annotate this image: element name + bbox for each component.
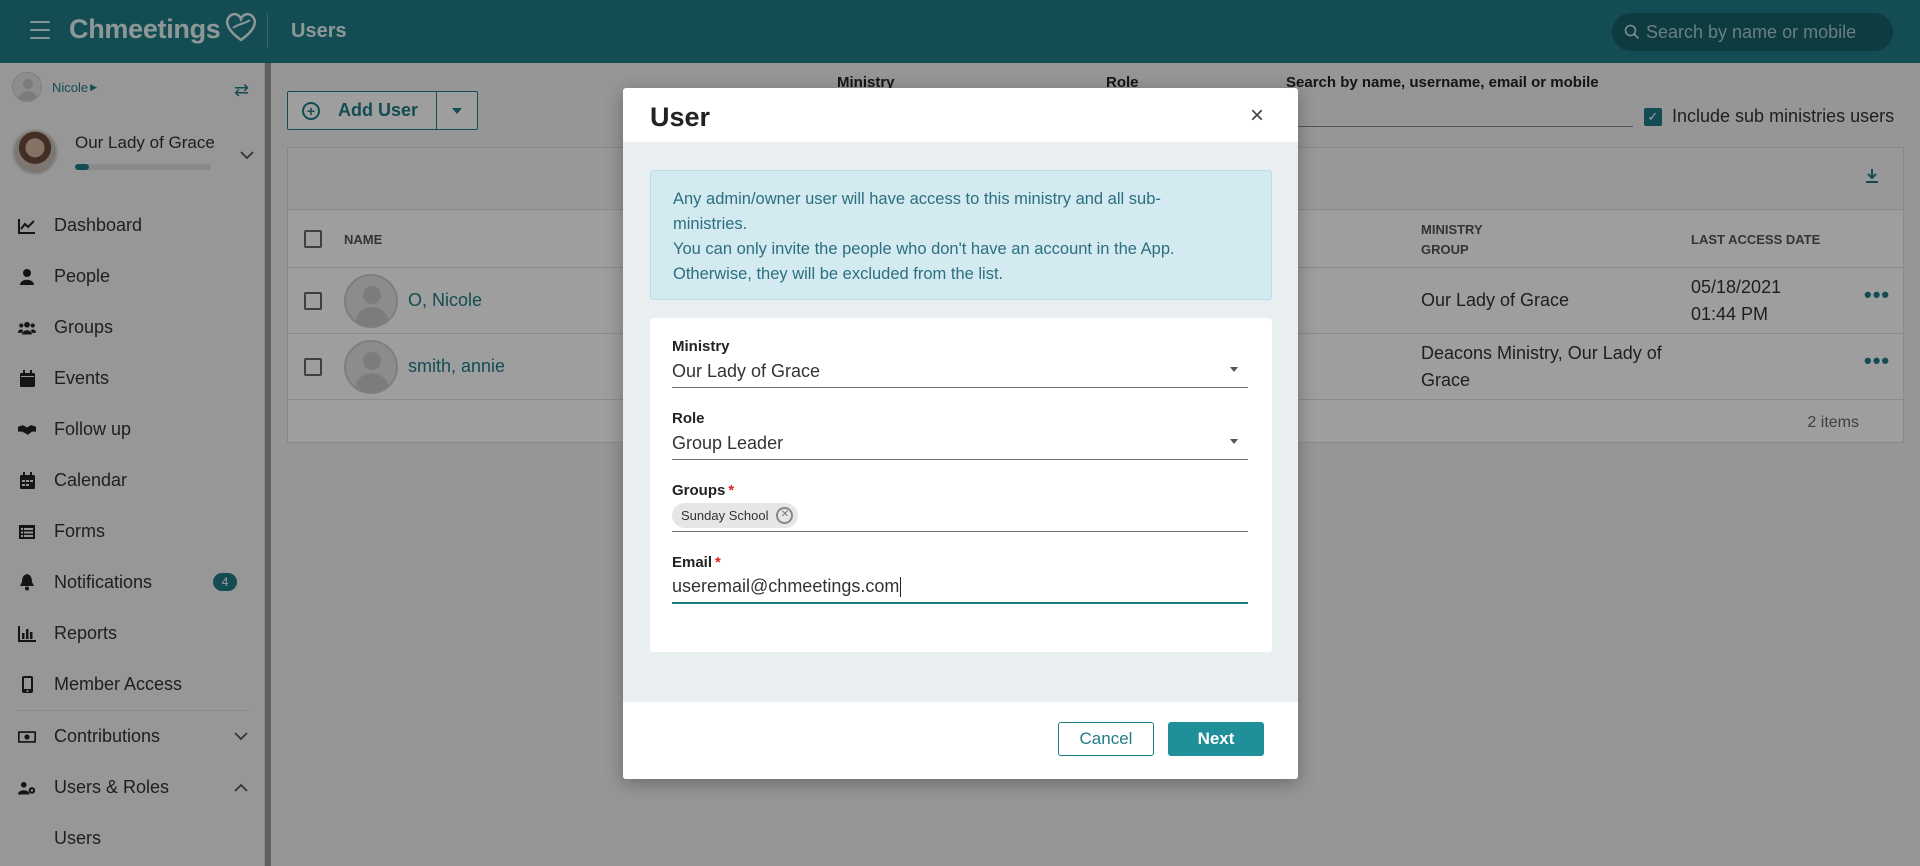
caret-down-icon [1230, 439, 1238, 444]
dialog-header: User × [623, 88, 1298, 142]
ministry-field: Ministry Our Lady of Grace [672, 338, 1248, 388]
role-select[interactable]: Group Leader [672, 427, 1248, 460]
caret-down-icon [1230, 367, 1238, 372]
dialog-title: User [650, 102, 711, 132]
ministry-value: Our Lady of Grace [672, 360, 821, 381]
role-value: Group Leader [672, 432, 784, 453]
groups-multiselect[interactable]: Sunday School ✕ [672, 499, 1248, 532]
text-cursor [900, 576, 902, 597]
alert-line: Otherwise, they will be excluded from th… [673, 265, 1004, 283]
email-label: Email * [672, 554, 721, 571]
cancel-button[interactable]: Cancel [1058, 722, 1154, 756]
required-marker: * [728, 482, 735, 499]
email-input[interactable]: useremail@chmeetings.com [672, 571, 1248, 604]
close-icon[interactable]: × [1250, 104, 1264, 128]
group-chip: Sunday School ✕ [672, 502, 799, 528]
role-field: Role Group Leader [672, 410, 1248, 460]
user-dialog: User × Any admin/owner user will have ac… [623, 88, 1298, 779]
remove-chip-icon[interactable]: ✕ [776, 506, 794, 524]
dialog-body: Any admin/owner user will have access to… [623, 142, 1298, 702]
alert-line: ministries. [673, 215, 748, 233]
alert-line: You can only invite the people who don't… [673, 240, 1175, 258]
groups-field: Groups * Sunday School ✕ [672, 482, 1248, 532]
email-field: Email * useremail@chmeetings.com [672, 554, 1248, 604]
user-form: Ministry Our Lady of Grace Role Group Le… [650, 318, 1272, 652]
required-marker: * [715, 554, 721, 571]
alert-line: Any admin/owner user will have access to… [673, 190, 1161, 208]
info-alert: Any admin/owner user will have access to… [650, 170, 1272, 300]
groups-label: Groups * [672, 482, 735, 499]
email-value: useremail@chmeetings.com [672, 576, 900, 596]
next-button[interactable]: Next [1168, 722, 1264, 756]
ministry-select[interactable]: Our Lady of Grace [672, 355, 1248, 388]
group-chip-label: Sunday School [681, 507, 769, 523]
dialog-footer: Cancel Next [623, 702, 1298, 779]
role-label: Role [672, 410, 705, 427]
ministry-label: Ministry [672, 338, 730, 355]
